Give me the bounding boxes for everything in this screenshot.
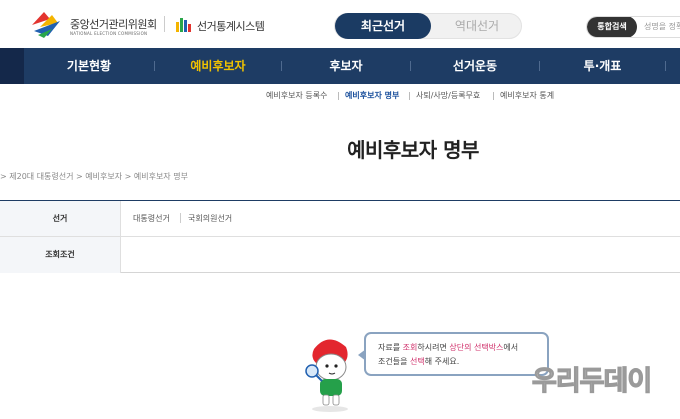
nav-divider xyxy=(665,61,666,71)
subnav-divider xyxy=(338,92,339,100)
condition-row: 조회조건 xyxy=(0,237,680,273)
breadcrumb: > 제20대 대통령선거 > 예비후보자 > 예비후보자 명부 xyxy=(0,172,188,181)
svg-text:우리두데이: 우리두데이 xyxy=(532,366,651,396)
search-input[interactable]: 성명을 정확 xyxy=(644,17,680,37)
guide-line-2: 조건들을 선택해 주세요. xyxy=(378,356,459,367)
watermark-logo: 우리두데이 xyxy=(531,365,652,396)
subnav-registration-count[interactable]: 예비후보자 등록수 xyxy=(266,90,327,101)
main-navigation: 기본현황 예비후보자 후보자 선거운동 투·개표 xyxy=(0,48,680,84)
mascot-character xyxy=(305,339,348,412)
system-name: 선거통계시스템 xyxy=(197,20,265,33)
org-name: 중앙선거관리위원회 xyxy=(70,18,157,31)
nav-candidates[interactable]: 후보자 xyxy=(282,48,410,84)
option-divider xyxy=(180,213,181,223)
bar-chart-icon xyxy=(176,18,191,32)
guide-speech-bubble: 자료를 조회하시려면 상단의 선택박스에서 조건들을 선택해 주세요. xyxy=(358,332,549,376)
header: 중앙선거관리위원회 NATIONAL ELECTION COMMISSION 선… xyxy=(0,0,680,48)
guide-highlight: 선택 xyxy=(409,357,425,366)
condition-label: 조회조건 xyxy=(0,237,121,273)
subnav-divider xyxy=(493,92,494,100)
subnav-statistics[interactable]: 예비후보자 통계 xyxy=(500,90,554,101)
guide-text: 하시려면 xyxy=(417,343,450,352)
guide-highlight: 상단의 선택박스 xyxy=(449,343,504,352)
guide-text: 자료를 xyxy=(378,343,403,352)
bubble-tail xyxy=(358,349,366,361)
past-election-tab[interactable]: 역대선거 xyxy=(431,14,523,38)
subnav-divider xyxy=(409,92,410,100)
guide-text: 에서 xyxy=(503,343,519,352)
subnav-withdrawal[interactable]: 사퇴/사망/등록무효 xyxy=(416,90,480,101)
guide-highlight: 조회 xyxy=(402,343,418,352)
guide-line-1: 자료를 조회하시려면 상단의 선택박스에서 xyxy=(378,342,518,353)
subnav-candidate-list[interactable]: 예비후보자 명부 xyxy=(345,90,399,101)
recent-election-tab[interactable]: 최근선거 xyxy=(335,13,431,39)
integrated-search-button[interactable]: 통합검색 xyxy=(587,17,637,37)
nav-campaign[interactable]: 선거운동 xyxy=(411,48,539,84)
integrated-search: 통합검색 성명을 정확 xyxy=(586,16,680,38)
nav-preliminary-candidates[interactable]: 예비후보자 xyxy=(155,48,281,84)
option-presidential[interactable]: 대통령선거 xyxy=(133,213,170,224)
guide-text: 해 주세요. xyxy=(424,357,460,366)
nav-basic-status[interactable]: 기본현황 xyxy=(24,48,154,84)
logo-divider xyxy=(164,16,165,32)
nav-voting-counting[interactable]: 투·개표 xyxy=(540,48,665,84)
election-label: 선거 xyxy=(0,201,121,236)
nec-logo[interactable]: 중앙선거관리위원회 NATIONAL ELECTION COMMISSION xyxy=(30,9,157,39)
nav-left-edge xyxy=(0,48,24,84)
search-condition-table: 선거 대통령선거 국회의원선거 조회조건 xyxy=(0,200,680,273)
org-english-name: NATIONAL ELECTION COMMISSION xyxy=(70,31,148,36)
guide-text: 조건들을 xyxy=(378,357,410,366)
election-period-toggle: 최근선거 역대선거 xyxy=(334,13,522,39)
nec-emblem-icon xyxy=(32,12,60,38)
option-national-assembly[interactable]: 국회의원선거 xyxy=(188,213,232,224)
election-row: 선거 대통령선거 국회의원선거 xyxy=(0,201,680,237)
page-title: 예비후보자 명부 xyxy=(347,138,479,162)
